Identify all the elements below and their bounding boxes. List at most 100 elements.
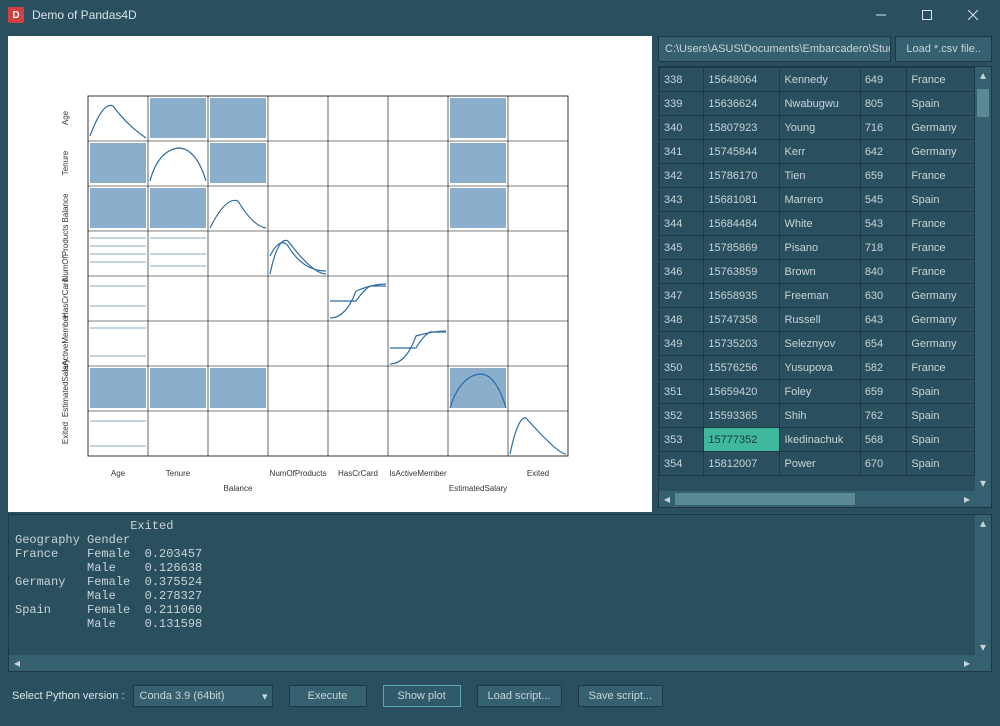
- minimize-button[interactable]: [858, 0, 904, 30]
- scroll-right-icon[interactable]: ▸: [959, 491, 975, 507]
- table-cell[interactable]: France: [907, 68, 975, 92]
- table-cell[interactable]: 342: [660, 164, 704, 188]
- table-cell[interactable]: 568: [860, 428, 907, 452]
- table-cell[interactable]: Brown: [780, 260, 860, 284]
- table-row[interactable]: 34315681081Marrero545Spain: [660, 188, 975, 212]
- table-row[interactable]: 35215593365Shih762Spain: [660, 404, 975, 428]
- table-cell[interactable]: White: [780, 212, 860, 236]
- table-cell[interactable]: 343: [660, 188, 704, 212]
- table-cell[interactable]: 351: [660, 380, 704, 404]
- table-cell[interactable]: 659: [860, 164, 907, 188]
- table-cell[interactable]: Spain: [907, 428, 975, 452]
- table-cell[interactable]: Freeman: [780, 284, 860, 308]
- table-cell[interactable]: 15576256: [704, 356, 780, 380]
- table-cell[interactable]: Germany: [907, 332, 975, 356]
- csv-path-field[interactable]: C:\Users\ASUS\Documents\Embarcadero\Stud: [658, 36, 891, 62]
- scroll-left-icon[interactable]: ◂: [659, 491, 675, 507]
- table-cell[interactable]: 354: [660, 452, 704, 476]
- table-cell[interactable]: 352: [660, 404, 704, 428]
- table-row[interactable]: 35015576256Yusupova582France: [660, 356, 975, 380]
- table-row[interactable]: 34215786170Tien659France: [660, 164, 975, 188]
- output-v-scrollbar[interactable]: ▴ ▾: [975, 515, 991, 655]
- scroll-up-icon[interactable]: ▴: [975, 67, 991, 83]
- table-h-scrollbar[interactable]: ◂ ▸: [659, 491, 975, 507]
- table-cell[interactable]: 15777352: [704, 428, 780, 452]
- table-cell[interactable]: 15745844: [704, 140, 780, 164]
- table-cell[interactable]: Shih: [780, 404, 860, 428]
- table-cell[interactable]: 15812007: [704, 452, 780, 476]
- maximize-button[interactable]: [904, 0, 950, 30]
- table-cell[interactable]: 347: [660, 284, 704, 308]
- load-script-button[interactable]: Load script...: [477, 685, 562, 707]
- table-cell[interactable]: 15658935: [704, 284, 780, 308]
- table-cell[interactable]: Yusupova: [780, 356, 860, 380]
- load-csv-button[interactable]: Load *.csv file..: [895, 36, 992, 62]
- table-cell[interactable]: Spain: [907, 404, 975, 428]
- table-cell[interactable]: 15763859: [704, 260, 780, 284]
- table-cell[interactable]: Foley: [780, 380, 860, 404]
- python-version-select[interactable]: Conda 3.9 (64bit) ▾: [133, 685, 273, 707]
- table-cell[interactable]: 345: [660, 236, 704, 260]
- table-cell[interactable]: Germany: [907, 116, 975, 140]
- table-row[interactable]: 33815648064Kennedy649France: [660, 68, 975, 92]
- table-cell[interactable]: 15786170: [704, 164, 780, 188]
- table-row[interactable]: 35115659420Foley659Spain: [660, 380, 975, 404]
- table-cell[interactable]: 545: [860, 188, 907, 212]
- table-cell[interactable]: 716: [860, 116, 907, 140]
- scroll-down-icon[interactable]: ▾: [975, 639, 991, 655]
- table-row[interactable]: 34815747358Russell643Germany: [660, 308, 975, 332]
- table-cell[interactable]: 649: [860, 68, 907, 92]
- table-cell[interactable]: Kennedy: [780, 68, 860, 92]
- table-cell[interactable]: 15636624: [704, 92, 780, 116]
- table-cell[interactable]: 15659420: [704, 380, 780, 404]
- table-cell[interactable]: France: [907, 236, 975, 260]
- output-h-scrollbar[interactable]: ◂ ▸: [9, 655, 975, 671]
- table-cell[interactable]: 643: [860, 308, 907, 332]
- table-row[interactable]: 35315777352Ikedinachuk568Spain: [660, 428, 975, 452]
- table-cell[interactable]: France: [907, 356, 975, 380]
- show-plot-button[interactable]: Show plot: [383, 685, 461, 707]
- table-cell[interactable]: 670: [860, 452, 907, 476]
- table-cell[interactable]: 15648064: [704, 68, 780, 92]
- table-cell[interactable]: France: [907, 212, 975, 236]
- table-cell[interactable]: 805: [860, 92, 907, 116]
- table-cell[interactable]: Spain: [907, 452, 975, 476]
- table-cell[interactable]: 654: [860, 332, 907, 356]
- table-cell[interactable]: 15785869: [704, 236, 780, 260]
- table-row[interactable]: 35415812007Power670Spain: [660, 452, 975, 476]
- table-row[interactable]: 34015807923Young716Germany: [660, 116, 975, 140]
- table-cell[interactable]: 353: [660, 428, 704, 452]
- table-cell[interactable]: 543: [860, 212, 907, 236]
- table-cell[interactable]: 338: [660, 68, 704, 92]
- table-cell[interactable]: Germany: [907, 284, 975, 308]
- execute-button[interactable]: Execute: [289, 685, 367, 707]
- table-row[interactable]: 33915636624Nwabugwu805Spain: [660, 92, 975, 116]
- output-text[interactable]: Exited Geography Gender France Female 0.…: [9, 515, 975, 655]
- table-cell[interactable]: Spain: [907, 188, 975, 212]
- table-row[interactable]: 34915735203Seleznyov654Germany: [660, 332, 975, 356]
- close-button[interactable]: [950, 0, 996, 30]
- table-cell[interactable]: 344: [660, 212, 704, 236]
- table-cell[interactable]: France: [907, 164, 975, 188]
- table-cell[interactable]: Ikedinachuk: [780, 428, 860, 452]
- table-cell[interactable]: Spain: [907, 92, 975, 116]
- scroll-up-icon[interactable]: ▴: [975, 515, 991, 531]
- table-cell[interactable]: Germany: [907, 308, 975, 332]
- table-row[interactable]: 34115745844Kerr642Germany: [660, 140, 975, 164]
- table-cell[interactable]: 762: [860, 404, 907, 428]
- table-row[interactable]: 34715658935Freeman630Germany: [660, 284, 975, 308]
- table-cell[interactable]: 15681081: [704, 188, 780, 212]
- table-cell[interactable]: Seleznyov: [780, 332, 860, 356]
- table-cell[interactable]: Kerr: [780, 140, 860, 164]
- table-cell[interactable]: Young: [780, 116, 860, 140]
- table-cell[interactable]: 350: [660, 356, 704, 380]
- save-script-button[interactable]: Save script...: [578, 685, 664, 707]
- table-cell[interactable]: 341: [660, 140, 704, 164]
- table-cell[interactable]: 630: [860, 284, 907, 308]
- table-cell[interactable]: Germany: [907, 140, 975, 164]
- table-cell[interactable]: 15735203: [704, 332, 780, 356]
- table-cell[interactable]: Pisano: [780, 236, 860, 260]
- table-row[interactable]: 34415684484White543France: [660, 212, 975, 236]
- table-cell[interactable]: 15807923: [704, 116, 780, 140]
- table-cell[interactable]: Spain: [907, 380, 975, 404]
